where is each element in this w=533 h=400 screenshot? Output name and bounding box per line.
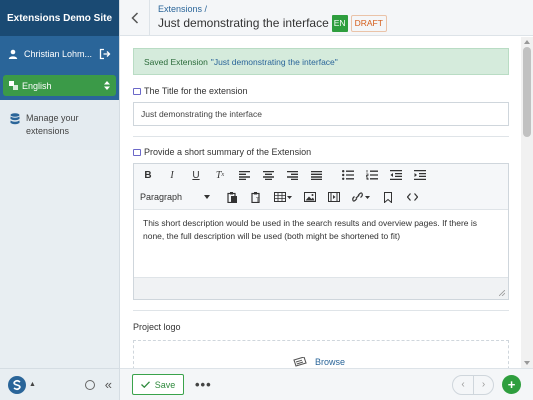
language-select[interactable]: English xyxy=(3,75,116,96)
logo-field-label: Project logo xyxy=(133,322,181,332)
back-icon[interactable] xyxy=(120,0,150,36)
database-icon xyxy=(10,113,20,125)
sidebar: Extensions Demo Site Christian Lohm... E… xyxy=(0,0,120,400)
chevron-right-icon[interactable]: › xyxy=(473,375,493,394)
page-title: Just demonstrating the interface xyxy=(158,15,329,30)
align-right-icon[interactable] xyxy=(284,167,300,183)
logo-dropzone[interactable]: Browse xyxy=(133,340,509,368)
align-center-icon[interactable] xyxy=(260,167,276,183)
align-justify-icon[interactable] xyxy=(308,167,324,183)
user-icon xyxy=(8,49,18,59)
record-pager: ‹ › xyxy=(452,374,494,395)
browse-link[interactable]: Browse xyxy=(315,357,345,367)
sidebar-item-label: Manage your extensions xyxy=(26,113,79,136)
format-value: Paragraph xyxy=(140,192,183,202)
language-selector-wrap: English xyxy=(0,72,119,100)
browse-area: Browse xyxy=(293,357,345,367)
save-button[interactable]: Save xyxy=(132,374,184,395)
save-label: Save xyxy=(154,379,176,390)
toolbar-row-1: B I U Tx xyxy=(134,164,508,186)
title-row: Just demonstrating the interface EN DRAF… xyxy=(158,14,387,32)
brand-logo-icon[interactable] xyxy=(8,375,26,394)
site-title[interactable]: Extensions Demo Site xyxy=(0,0,119,36)
title-field-label: The Title for the extension xyxy=(133,86,248,96)
user-menu[interactable]: Christian Lohm... xyxy=(0,36,119,72)
caret-down-icon xyxy=(204,195,210,199)
user-name: Christian Lohm... xyxy=(24,49,93,59)
language-badge: EN xyxy=(331,14,348,32)
rich-text-editor: B I U Tx Paragraph T This short descript… xyxy=(133,163,509,300)
editor-statusbar xyxy=(134,277,508,299)
paste-icon[interactable] xyxy=(224,189,240,205)
table-icon[interactable] xyxy=(272,189,294,205)
code-icon[interactable] xyxy=(404,189,420,205)
divider xyxy=(133,310,509,311)
svg-text:T: T xyxy=(256,198,260,203)
chevron-left-icon[interactable]: ‹ xyxy=(453,376,473,394)
alert-text: Saved Extension xyxy=(144,56,208,67)
italic-icon[interactable]: I xyxy=(164,167,180,183)
image-icon[interactable] xyxy=(302,189,318,205)
select-arrows-icon xyxy=(104,81,110,90)
caret-up-icon[interactable]: ▲ xyxy=(29,381,36,388)
bookmark-icon[interactable] xyxy=(380,189,396,205)
breadcrumb[interactable]: Extensions / xyxy=(158,4,387,15)
link-icon[interactable] xyxy=(350,189,372,205)
summary-field-label: Provide a short summary of the Extension xyxy=(133,147,311,157)
sidebar-footer: ▲ « xyxy=(0,368,120,400)
success-alert: Saved Extension "Just demonstrating the … xyxy=(133,48,509,75)
align-left-icon[interactable] xyxy=(236,167,252,183)
footer-toolbar: Save ••• ‹ › + xyxy=(120,368,533,400)
text-field-icon xyxy=(133,87,141,95)
alert-quote: "Just demonstrating the interface" xyxy=(210,56,338,67)
format-select[interactable]: Paragraph xyxy=(140,192,210,202)
summary-label-text: Provide a short summary of the Extension xyxy=(144,147,312,157)
clear-format-icon[interactable]: Tx xyxy=(212,167,228,183)
check-icon xyxy=(140,381,150,388)
header: Extensions / Just demonstrating the inte… xyxy=(120,0,533,36)
language-icon xyxy=(9,81,18,90)
status-badge: DRAFT xyxy=(350,14,387,32)
editor-toolbar: B I U Tx Paragraph T xyxy=(134,164,508,210)
resize-handle-icon[interactable] xyxy=(499,290,505,296)
underline-icon[interactable]: U xyxy=(188,167,204,183)
scroll-thumb[interactable] xyxy=(523,47,531,137)
editor-body[interactable]: This short description would be used in … xyxy=(134,210,508,277)
preview-icon[interactable] xyxy=(84,379,95,390)
indent-icon[interactable] xyxy=(412,167,428,183)
breadcrumb-area: Extensions / Just demonstrating the inte… xyxy=(150,4,387,32)
scroll-down-icon[interactable] xyxy=(524,361,530,365)
title-label-text: The Title for the extension xyxy=(144,86,248,96)
paste-text-icon[interactable]: T xyxy=(248,189,264,205)
toolbar-row-2: Paragraph T xyxy=(134,186,508,208)
logout-icon[interactable] xyxy=(99,48,111,60)
scrollbar[interactable] xyxy=(521,37,533,368)
outdent-icon[interactable] xyxy=(388,167,404,183)
media-icon[interactable] xyxy=(326,189,342,205)
bold-icon[interactable]: B xyxy=(140,167,156,183)
scroll-up-icon[interactable] xyxy=(524,40,530,44)
title-input[interactable]: Just demonstrating the interface xyxy=(133,102,509,126)
sidebar-item-extensions[interactable]: Manage your extensions xyxy=(0,100,119,150)
more-options-button[interactable]: ••• xyxy=(195,377,212,392)
collapse-sidebar-icon[interactable]: « xyxy=(105,377,112,392)
add-button[interactable]: + xyxy=(502,375,521,394)
image-upload-icon xyxy=(293,357,307,367)
language-value: English xyxy=(22,80,52,91)
bullet-list-icon[interactable] xyxy=(340,167,356,183)
divider xyxy=(133,136,509,137)
text-field-icon xyxy=(133,148,141,156)
main-content: Saved Extension "Just demonstrating the … xyxy=(121,37,521,368)
numbered-list-icon[interactable] xyxy=(364,167,380,183)
